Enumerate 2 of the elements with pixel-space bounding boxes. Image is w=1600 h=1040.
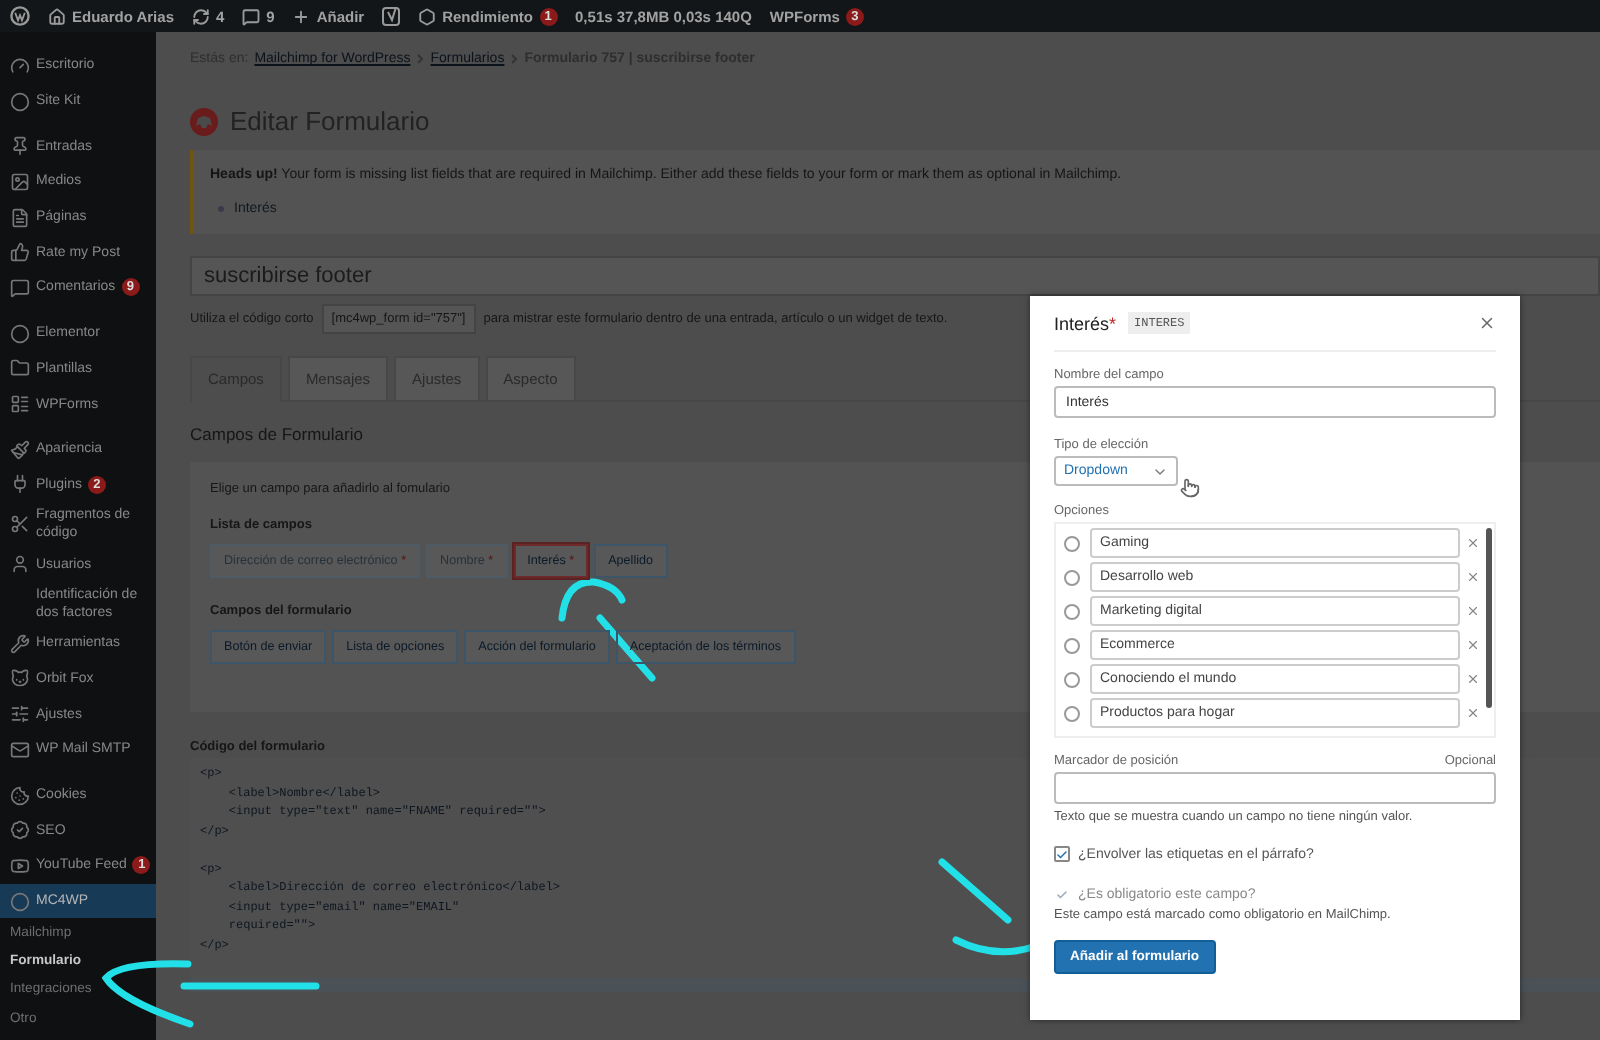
section-title: Campos de Formulario	[190, 424, 363, 444]
dialog-title: Interés*	[1054, 313, 1117, 333]
